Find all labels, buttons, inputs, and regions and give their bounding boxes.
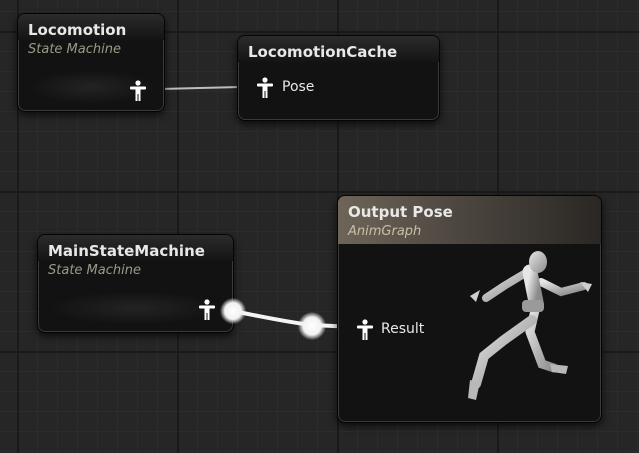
locomotion-cache-node[interactable]: LocomotionCache Pose bbox=[237, 35, 440, 121]
running-mannequin-icon bbox=[468, 251, 592, 400]
node-title: Output Pose bbox=[348, 203, 453, 221]
node-subtitle: State Machine bbox=[48, 263, 141, 278]
node-title: LocomotionCache bbox=[248, 43, 398, 61]
pose-pin-label: Pose bbox=[282, 79, 315, 95]
result-input-pin-icon[interactable] bbox=[356, 319, 374, 341]
pose-input-pin-icon[interactable] bbox=[256, 77, 274, 99]
wire-endpoint-dot bbox=[220, 298, 246, 324]
wire-locomotion-to-cache[interactable] bbox=[159, 86, 241, 90]
pose-output-pin-icon[interactable] bbox=[198, 299, 216, 321]
result-pin-label: Result bbox=[381, 321, 425, 337]
wire-reroute-dot[interactable] bbox=[298, 312, 326, 340]
node-subtitle: AnimGraph bbox=[348, 224, 422, 239]
node-title: MainStateMachine bbox=[48, 242, 205, 260]
pose-output-pin-icon[interactable] bbox=[129, 80, 147, 102]
main-state-machine-node[interactable]: MainStateMachine State Machine bbox=[37, 234, 234, 333]
locomotion-node[interactable]: Locomotion State Machine bbox=[17, 13, 165, 112]
output-pose-node[interactable]: Output Pose AnimGraph Result bbox=[337, 195, 602, 423]
node-subtitle: State Machine bbox=[28, 42, 121, 57]
node-title: Locomotion bbox=[28, 21, 127, 39]
